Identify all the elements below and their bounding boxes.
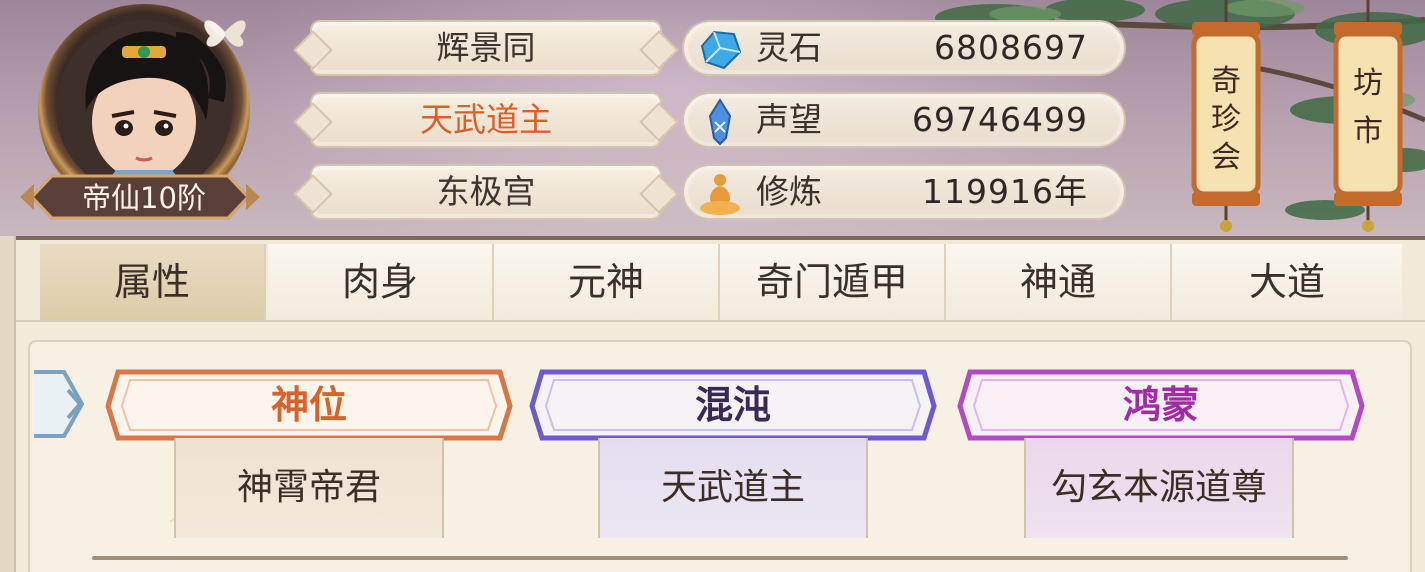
tab-attributes[interactable]: 属性 xyxy=(40,244,266,320)
stat-value: 69746499 xyxy=(912,100,1088,139)
player-name: 辉景同 xyxy=(310,20,662,76)
butterfly-icon xyxy=(204,20,246,47)
card-header-label: 混沌 xyxy=(694,383,771,427)
card-value: 天武道主 xyxy=(660,467,805,508)
player-sect: 东极宫 xyxy=(310,164,662,220)
cultivation-meditation-icon xyxy=(700,174,740,215)
divider-line xyxy=(92,556,1348,560)
stat-spirit-stone: 灵石 6808697 xyxy=(682,20,1126,76)
lantern-char: 会 xyxy=(1211,140,1241,175)
tab-great-dao[interactable]: 大道 xyxy=(1172,244,1402,320)
card-header-label: 鸿蒙 xyxy=(1122,383,1199,427)
lantern-char: 奇 xyxy=(1211,64,1241,99)
lantern-char: 坊 xyxy=(1353,66,1383,101)
profile-header: 帝仙10阶 辉景同 天武道主 东极宫 灵石 6808697 声望 6974649… xyxy=(0,0,1425,236)
stat-reputation: 声望 69746499 xyxy=(682,92,1126,148)
stat-value: 6808697 xyxy=(934,28,1088,67)
stat-label: 灵石 xyxy=(756,28,822,67)
card-value: 勾玄本源道尊 xyxy=(1050,467,1267,508)
tab-spirit[interactable]: 元神 xyxy=(494,244,720,320)
treasure-fair-lantern-button[interactable]: 奇 珍 会 xyxy=(1186,0,1266,236)
stat-label: 声望 xyxy=(756,100,822,139)
tab-divine-powers[interactable]: 神通 xyxy=(946,244,1172,320)
spirit-stone-icon xyxy=(700,30,742,70)
rank-label: 帝仙10阶 xyxy=(82,181,206,215)
player-title: 天武道主 xyxy=(310,92,662,148)
stat-label: 修炼 xyxy=(756,172,822,211)
card-header-label: 神位 xyxy=(270,383,347,427)
stat-cultivation: 修炼 119916年 xyxy=(682,164,1126,220)
stat-value: 119916年 xyxy=(922,172,1088,211)
scroll-left-arrow-icon[interactable] xyxy=(34,366,88,442)
card-value: 神霄帝君 xyxy=(236,467,381,508)
lantern-char: 珍 xyxy=(1211,102,1241,137)
left-frame-edge xyxy=(0,236,16,572)
tab-qimen-dunjia[interactable]: 奇门遁甲 xyxy=(720,244,946,320)
market-lantern-button[interactable]: 坊 市 xyxy=(1328,0,1408,236)
reputation-crystal-icon xyxy=(708,98,732,146)
attribute-tab-bar: 属性 肉身 元神 奇门遁甲 神通 大道 xyxy=(0,236,1425,322)
lantern-char: 市 xyxy=(1353,114,1383,149)
tab-body[interactable]: 肉身 xyxy=(268,244,494,320)
